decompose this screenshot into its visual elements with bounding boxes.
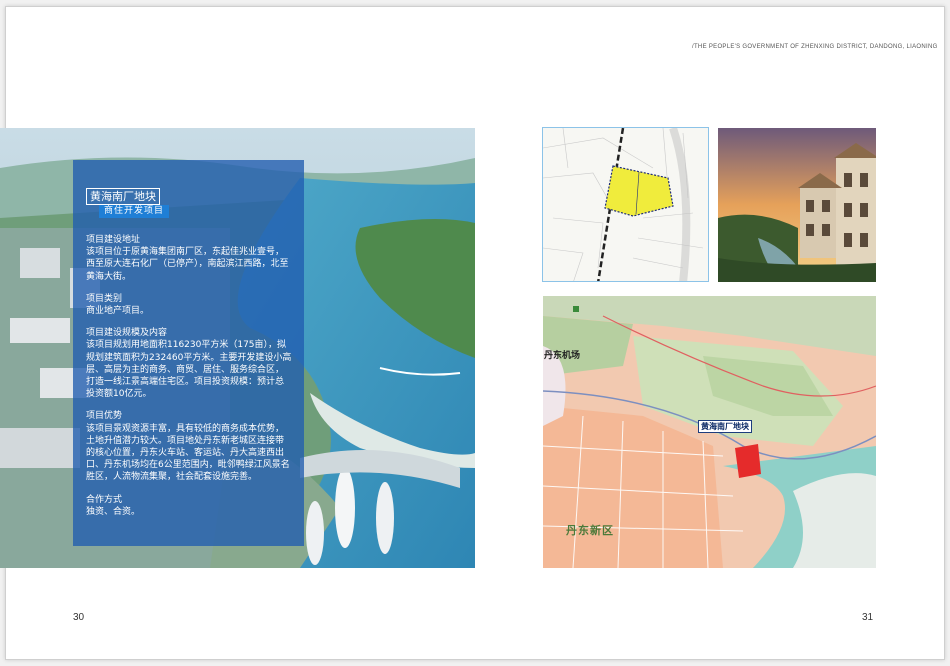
map-label-district: 丹东新区 [566,524,614,537]
running-header: /THE PEOPLE'S GOVERNMENT OF ZHENXING DIS… [692,44,938,50]
site-plan-art [543,128,708,281]
page-number-right: 31 [862,612,874,623]
project-title: 黄海南厂地块 [86,188,160,205]
section-heading: 项目类别 [86,293,123,304]
site-plan-map [542,127,709,282]
section-advantages: 项目优势 该项目景观资源丰富，具有较低的商务成本优势，土地升值潜力较大。项目地处… [86,410,292,483]
section-body: 该项目景观资源丰富，具有较低的商务成本优势，土地升值潜力较大。项目地处丹东新老城… [86,423,290,483]
section-cooperation: 合作方式 独资、合资。 [86,494,292,518]
section-body: 商业地产项目。 [86,306,150,317]
section-heading: 项目建设规模及内容 [86,328,168,339]
section-heading: 项目建设地址 [86,235,141,245]
map-label-airport: 丹东机场 [544,351,581,361]
page-number-left: 30 [73,612,85,623]
villa-rendering-art [718,128,876,282]
section-heading: 合作方式 [86,494,123,505]
section-category: 项目类别 商业地产项目。 [86,293,292,317]
section-heading: 项目优势 [86,411,123,422]
section-body: 该项目位于原黄海集团南厂区，东起佳兆业壹号，西至原大连石化厂（已停产），南起滨江… [86,247,289,282]
section-body: 独资、合资。 [86,506,141,517]
villa-rendering [718,128,876,282]
section-scale: 项目建设规模及内容 该项目规划用地面积116230平方米（175亩），拟规划建筑… [86,327,292,400]
section-body: 该项目规划用地面积116230平方米（175亩），拟规划建筑面积为232460平… [86,340,292,400]
map-label-plot: 黄海南厂地块 [698,420,752,433]
section-location: 项目建设地址 该项目位于原黄海集团南厂区，东起佳兆业壹号，西至原大连石化厂（已停… [86,234,292,283]
project-info-panel: 黄海南厂地块 商住开发项目 项目建设地址 该项目位于原黄海集团南厂区，东起佳兆业… [73,160,304,546]
project-subtitle: 商住开发项目 [99,205,170,218]
project-details: 项目建设地址 该项目位于原黄海集团南厂区，东起佳兆业壹号，西至原大连石化厂（已停… [86,234,292,528]
